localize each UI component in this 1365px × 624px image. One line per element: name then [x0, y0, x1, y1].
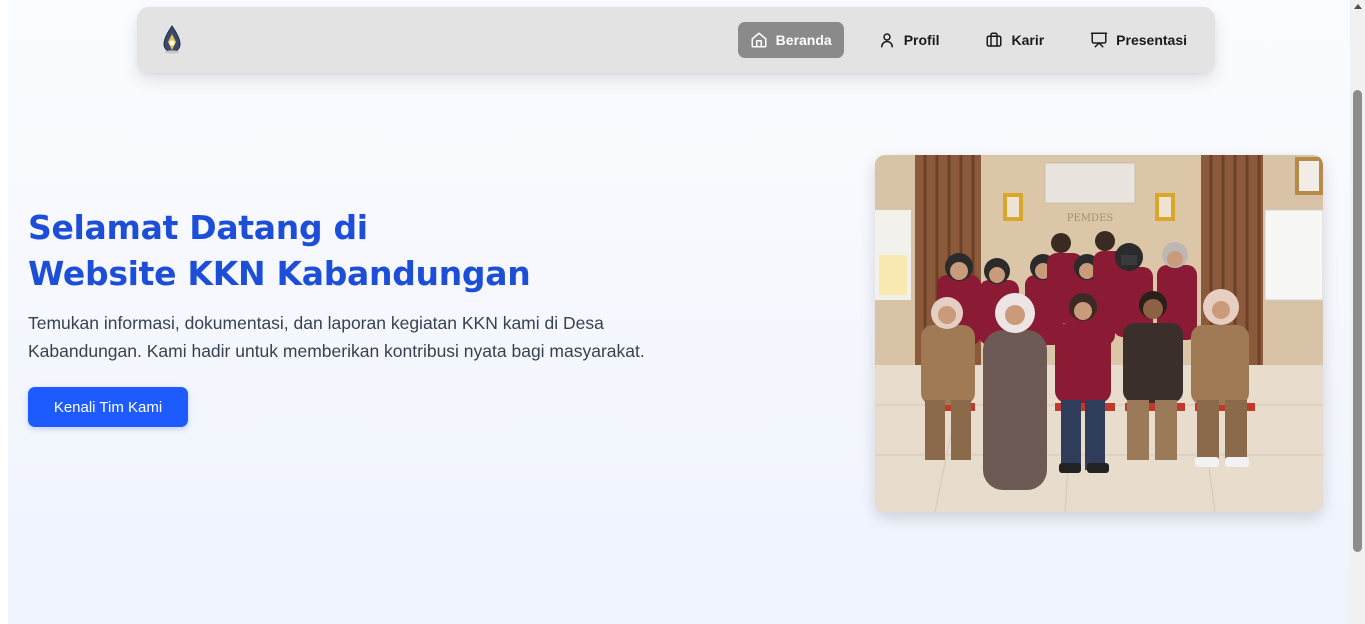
nav-item-label: Beranda [775, 32, 832, 48]
scroll-up-arrow-icon[interactable] [1354, 4, 1362, 9]
scrollbar-thumb[interactable] [1353, 90, 1362, 552]
briefcase-icon [986, 32, 1002, 47]
navbar: Beranda Profil Karir Presentasi [137, 7, 1215, 73]
nav-item-profil[interactable]: Profil [866, 22, 952, 58]
hero-title-line1: Selamat Datang di [28, 208, 368, 247]
hero-description: Temukan informasi, dokumentasi, dan lapo… [28, 313, 645, 361]
scrollbar[interactable] [1350, 0, 1365, 624]
hero-title-line2: Website KKN Kabandungan [28, 254, 531, 293]
site-logo-icon[interactable] [161, 25, 183, 55]
nav-item-presentasi[interactable]: Presentasi [1078, 22, 1199, 58]
nav-item-karir[interactable]: Karir [973, 22, 1056, 58]
nav-menu: Beranda Profil Karir Presentasi [737, 22, 1199, 58]
page: Beranda Profil Karir Presentasi Selamat … [0, 0, 1365, 624]
kenali-tim-button[interactable]: Kenali Tim Kami [28, 387, 188, 427]
hero-title: Selamat Datang di Website KKN Kabandunga… [28, 205, 648, 297]
team-photo: PEMDES [875, 155, 1323, 512]
nav-item-beranda[interactable]: Beranda [737, 22, 844, 58]
user-icon [880, 33, 893, 48]
nav-item-label: Presentasi [1116, 32, 1187, 48]
nav-item-label: Karir [1011, 32, 1045, 48]
presentation-icon [1090, 32, 1108, 48]
home-icon [751, 32, 767, 48]
nav-item-label: Profil [903, 32, 940, 48]
wall-sign: PEMDES [1067, 213, 1114, 224]
